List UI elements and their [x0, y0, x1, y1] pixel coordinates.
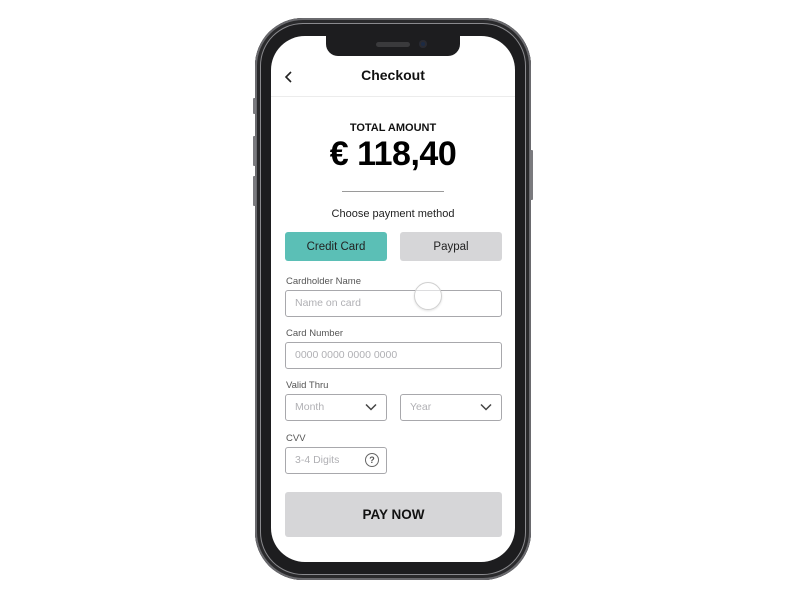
- pay-now-button[interactable]: PAY NOW: [285, 492, 502, 537]
- year-select[interactable]: Year: [400, 394, 502, 421]
- front-camera: [419, 40, 427, 48]
- speaker-grille: [376, 42, 410, 47]
- year-placeholder: Year: [410, 401, 432, 413]
- month-placeholder: Month: [295, 401, 325, 413]
- card-number-label: Card Number: [286, 328, 344, 339]
- card-number-input[interactable]: 0000 0000 0000 0000: [285, 342, 502, 369]
- cardholder-name-input[interactable]: Name on card: [285, 290, 502, 317]
- chevron-down-icon: [365, 403, 377, 411]
- divider: [342, 191, 444, 192]
- total-amount-value: € 118,40: [329, 135, 457, 173]
- cvv-label: CVV: [286, 433, 306, 444]
- volume-up-button: [253, 136, 256, 166]
- paypal-tab[interactable]: Paypal: [400, 232, 502, 261]
- payment-method-prompt: Choose payment method: [331, 208, 455, 220]
- cardholder-name-placeholder: Name on card: [295, 297, 361, 309]
- cardholder-name-label: Cardholder Name: [286, 276, 361, 287]
- total-amount-label: TOTAL AMOUNT: [349, 122, 437, 134]
- power-button: [530, 150, 533, 200]
- card-number-placeholder: 0000 0000 0000 0000: [295, 349, 398, 361]
- chevron-down-icon: [480, 403, 492, 411]
- valid-thru-label: Valid Thru: [286, 380, 329, 391]
- credit-card-tab[interactable]: Credit Card: [285, 232, 387, 261]
- cvv-placeholder: 3-4 Digits: [295, 454, 340, 466]
- month-select[interactable]: Month: [285, 394, 387, 421]
- page-title: Checkout: [361, 67, 425, 83]
- mute-switch: [253, 98, 256, 114]
- touch-indicator: [414, 282, 442, 310]
- question-circle-icon[interactable]: ?: [365, 453, 379, 467]
- volume-down-button: [253, 176, 256, 206]
- cvv-input[interactable]: 3-4 Digits ?: [285, 447, 387, 474]
